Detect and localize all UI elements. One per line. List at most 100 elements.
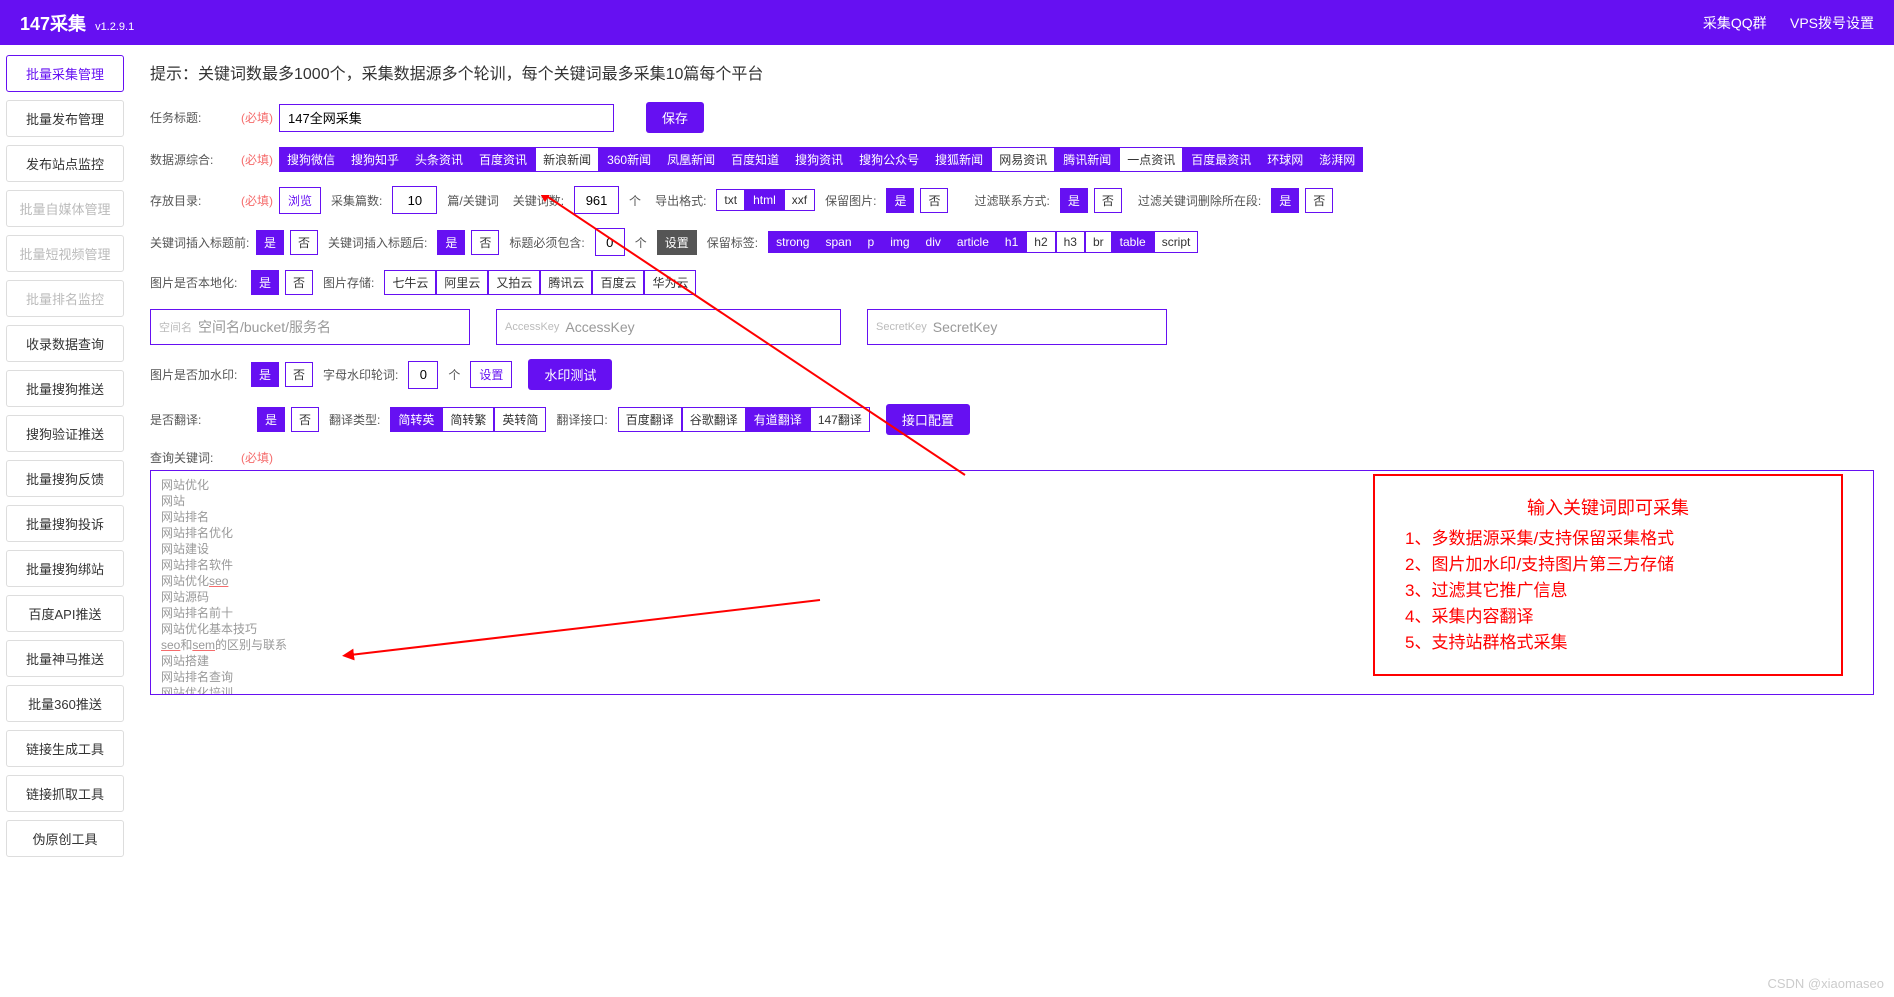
- kw-count-input[interactable]: [574, 186, 619, 214]
- img-storage-tag-1[interactable]: 阿里云: [436, 270, 488, 295]
- keep-tag-6[interactable]: h1: [997, 231, 1026, 253]
- keep-tag-5[interactable]: article: [949, 231, 997, 253]
- trans-type-tag-1[interactable]: 简转繁: [442, 407, 494, 432]
- trans-api-tag-3[interactable]: 147翻译: [810, 407, 870, 432]
- img-localize-no[interactable]: 否: [285, 270, 313, 295]
- sidebar-item-0[interactable]: 批量采集管理: [6, 55, 124, 92]
- keywords-textarea[interactable]: 输入关键词即可采集 1、多数据源采集/支持保留采集格式2、图片加水印/支持图片第…: [150, 470, 1874, 695]
- sidebar-item-7[interactable]: 批量搜狗推送: [6, 370, 124, 407]
- source-tag-12[interactable]: 腾讯新闻: [1055, 147, 1119, 172]
- sidebar-item-8[interactable]: 搜狗验证推送: [6, 415, 124, 452]
- source-tag-6[interactable]: 凤凰新闻: [659, 147, 723, 172]
- export-fmt-tag-1[interactable]: html: [745, 189, 784, 211]
- sidebar-item-3[interactable]: 批量自媒体管理: [6, 190, 124, 227]
- sidebar-item-6[interactable]: 收录数据查询: [6, 325, 124, 362]
- sidebar-item-5[interactable]: 批量排名监控: [6, 280, 124, 317]
- trans-type-tag-2[interactable]: 英转简: [494, 407, 546, 432]
- sidebar-item-12[interactable]: 百度API推送: [6, 595, 124, 632]
- kw-before-no[interactable]: 否: [290, 230, 318, 255]
- sidebar-item-10[interactable]: 批量搜狗投诉: [6, 505, 124, 542]
- img-localize-yes[interactable]: 是: [251, 270, 279, 295]
- tip-text: 提示：关键词数最多1000个，采集数据源多个轮训，每个关键词最多采集10篇每个平…: [150, 60, 1874, 84]
- source-tag-11[interactable]: 网易资讯: [991, 147, 1055, 172]
- sidebar-item-16[interactable]: 链接抓取工具: [6, 775, 124, 812]
- source-tag-14[interactable]: 百度最资讯: [1183, 147, 1259, 172]
- kw-after-yes[interactable]: 是: [437, 230, 465, 255]
- sidebar-item-14[interactable]: 批量360推送: [6, 685, 124, 722]
- source-tag-2[interactable]: 头条资讯: [407, 147, 471, 172]
- trans-api-tag-2[interactable]: 有道翻译: [746, 407, 810, 432]
- source-tag-13[interactable]: 一点资讯: [1119, 147, 1183, 172]
- keep-tag-3[interactable]: img: [882, 231, 917, 253]
- translate-yes[interactable]: 是: [257, 407, 285, 432]
- kw-before-yes[interactable]: 是: [256, 230, 284, 255]
- source-tag-5[interactable]: 360新闻: [599, 147, 659, 172]
- keep-tag-8[interactable]: h3: [1056, 231, 1085, 253]
- keep-img-yes[interactable]: 是: [886, 188, 914, 213]
- source-tag-4[interactable]: 新浪新闻: [535, 147, 599, 172]
- img-storage-tag-0[interactable]: 七牛云: [384, 270, 436, 295]
- sidebar-item-17[interactable]: 伪原创工具: [6, 820, 124, 857]
- api-config-button[interactable]: 接口配置: [886, 404, 970, 435]
- task-title-input[interactable]: [279, 104, 614, 132]
- source-tag-10[interactable]: 搜狐新闻: [927, 147, 991, 172]
- sidebar-item-15[interactable]: 链接生成工具: [6, 730, 124, 767]
- img-wm-no[interactable]: 否: [285, 362, 313, 387]
- space-name-input[interactable]: [198, 319, 461, 335]
- wm-test-button[interactable]: 水印测试: [528, 359, 612, 390]
- source-tag-3[interactable]: 百度资讯: [471, 147, 535, 172]
- sidebar-item-2[interactable]: 发布站点监控: [6, 145, 124, 182]
- keep-tag-9[interactable]: br: [1085, 231, 1112, 253]
- source-tag-0[interactable]: 搜狗微信: [279, 147, 343, 172]
- browse-button[interactable]: 浏览: [279, 187, 321, 214]
- img-storage-tag-3[interactable]: 腾讯云: [540, 270, 592, 295]
- source-tag-15[interactable]: 环球网: [1259, 147, 1311, 172]
- keep-tag-10[interactable]: table: [1112, 231, 1154, 253]
- title-must-set-button[interactable]: 设置: [657, 230, 697, 255]
- secretkey-input[interactable]: [933, 319, 1158, 335]
- sidebar-item-13[interactable]: 批量神马推送: [6, 640, 124, 677]
- link-qq-group[interactable]: 采集QQ群: [1703, 15, 1767, 31]
- sidebar-item-9[interactable]: 批量搜狗反馈: [6, 460, 124, 497]
- trans-api-tag-0[interactable]: 百度翻译: [618, 407, 682, 432]
- translate-no[interactable]: 否: [291, 407, 319, 432]
- brand-version: v1.2.9.1: [95, 21, 134, 33]
- img-storage-tag-2[interactable]: 又拍云: [488, 270, 540, 295]
- img-wm-yes[interactable]: 是: [251, 362, 279, 387]
- wm-set-button[interactable]: 设置: [470, 361, 512, 388]
- keep-tag-7[interactable]: h2: [1026, 231, 1055, 253]
- label-keep-img: 保留图片:: [825, 192, 876, 209]
- source-tag-1[interactable]: 搜狗知乎: [343, 147, 407, 172]
- keep-tag-2[interactable]: p: [860, 231, 883, 253]
- trans-type-tag-0[interactable]: 简转英: [390, 407, 442, 432]
- img-storage-tag-5[interactable]: 华为云: [644, 270, 696, 295]
- export-fmt-tag-2[interactable]: xxf: [784, 189, 815, 211]
- trans-api-tag-1[interactable]: 谷歌翻译: [682, 407, 746, 432]
- sidebar-item-4[interactable]: 批量短视频管理: [6, 235, 124, 272]
- source-tag-9[interactable]: 搜狗公众号: [851, 147, 927, 172]
- source-tag-8[interactable]: 搜狗资讯: [787, 147, 851, 172]
- keep-tag-0[interactable]: strong: [768, 231, 817, 253]
- filter-kw-del-yes[interactable]: 是: [1271, 188, 1299, 213]
- link-vps-settings[interactable]: VPS拨号设置: [1790, 15, 1874, 31]
- source-tag-7[interactable]: 百度知道: [723, 147, 787, 172]
- keep-tag-1[interactable]: span: [817, 231, 859, 253]
- filter-kw-del-no[interactable]: 否: [1305, 188, 1333, 213]
- save-button[interactable]: 保存: [646, 102, 704, 133]
- export-fmt-tag-0[interactable]: txt: [716, 189, 745, 211]
- keep-img-no[interactable]: 否: [920, 188, 948, 213]
- keep-tag-11[interactable]: script: [1154, 231, 1199, 253]
- filter-contact-yes[interactable]: 是: [1060, 188, 1088, 213]
- accesskey-input[interactable]: [565, 319, 832, 335]
- filter-contact-no[interactable]: 否: [1094, 188, 1122, 213]
- alpha-wm-input[interactable]: [408, 361, 438, 389]
- img-storage-tag-4[interactable]: 百度云: [592, 270, 644, 295]
- title-must-input[interactable]: [595, 228, 625, 256]
- sidebar-item-11[interactable]: 批量搜狗绑站: [6, 550, 124, 587]
- keep-tag-4[interactable]: div: [918, 231, 949, 253]
- collect-count-input[interactable]: [392, 186, 437, 214]
- source-tag-16[interactable]: 澎湃网: [1311, 147, 1363, 172]
- kw-after-no[interactable]: 否: [471, 230, 499, 255]
- label-filter-kw-del: 过滤关键词删除所在段:: [1138, 192, 1261, 209]
- sidebar-item-1[interactable]: 批量发布管理: [6, 100, 124, 137]
